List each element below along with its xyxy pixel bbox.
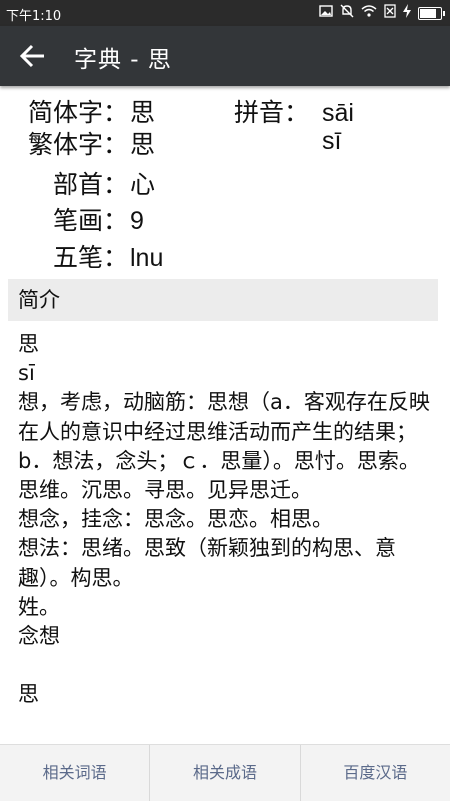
battery-icon	[418, 6, 445, 20]
wifi-icon	[361, 5, 377, 21]
strokes-row: 笔画： 9	[0, 204, 450, 238]
charging-icon	[403, 4, 411, 22]
related-idioms-button[interactable]: 相关成语	[150, 745, 301, 801]
definition-text[interactable]: 思 sī 想，考虑，动脑筋：思想（a．客观存在反映在人的意识中经过思维活动而产生…	[18, 330, 430, 710]
pinyin-value-2: sī	[322, 127, 342, 155]
radical-label: 部首：	[52, 170, 128, 199]
status-time: 下午1:10	[6, 9, 62, 24]
mute-icon	[340, 4, 354, 22]
battery-level	[420, 8, 437, 18]
wubi-row: 五笔： lnu	[0, 241, 450, 275]
bottom-tab-bar: 相关词语 相关成语 百度汉语	[0, 744, 450, 801]
simplified-row: 简体字： 思 拼音： sāi	[0, 96, 450, 130]
traditional-value: 思	[130, 131, 156, 159]
simplified-value: 思	[130, 99, 156, 127]
radical-value: 心	[130, 171, 156, 199]
back-button[interactable]	[14, 40, 50, 72]
app-bar: 字典 - 思	[0, 26, 450, 86]
section-header-intro: 简介	[8, 279, 438, 321]
strokes-value: 9	[130, 207, 144, 235]
image-icon	[319, 5, 333, 21]
status-bar: 下午1:10	[0, 0, 450, 26]
sim-blocked-icon	[384, 4, 396, 22]
back-arrow-icon	[19, 44, 44, 68]
radical-row: 部首： 心	[0, 168, 450, 202]
traditional-label: 繁体字：	[27, 130, 128, 159]
wubi-value: lnu	[130, 244, 164, 272]
strokes-label: 笔画：	[52, 206, 128, 235]
page-title: 字典 - 思	[74, 47, 172, 73]
status-icons	[319, 4, 445, 22]
baidu-hanyu-button[interactable]: 百度汉语	[301, 745, 450, 801]
related-words-button[interactable]: 相关词语	[0, 745, 151, 801]
pinyin-label: 拼音：	[234, 98, 310, 127]
traditional-row: 繁体字： 思 sī	[0, 127, 450, 162]
simplified-label: 简体字：	[27, 98, 128, 127]
wubi-label: 五笔：	[52, 243, 128, 272]
